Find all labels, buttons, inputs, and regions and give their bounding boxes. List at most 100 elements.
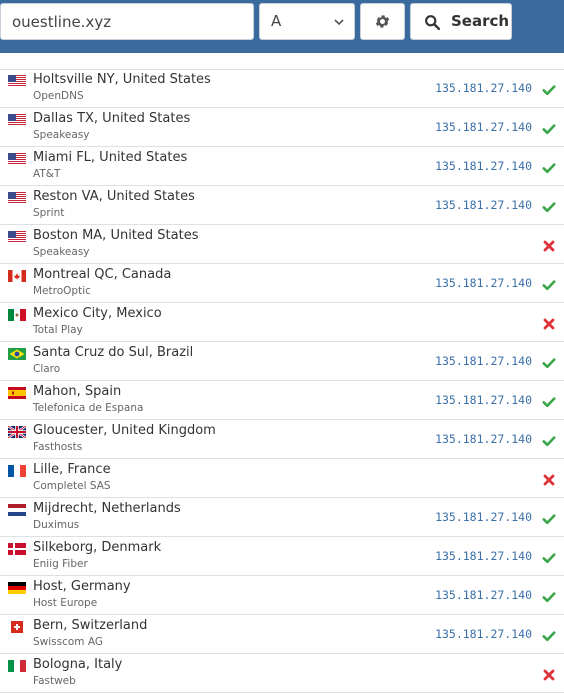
- flag-us-icon: [8, 75, 26, 87]
- result-row: Bern, Switzerland Swisscom AG 135.181.27.1…: [0, 615, 564, 654]
- check-icon: [542, 199, 556, 213]
- result-isp: MetroOptic: [33, 285, 91, 297]
- result-location: Bern, Switzerland: [33, 618, 148, 633]
- result-ip: 135.181.27.140: [435, 159, 532, 173]
- result-location: Mahon, Spain: [33, 384, 122, 399]
- result-location: Miami FL, United States: [33, 150, 188, 165]
- result-isp: Fastweb: [33, 675, 76, 687]
- result-ip: 135.181.27.140: [435, 276, 532, 290]
- result-isp: Duximus: [33, 519, 80, 531]
- result-isp: Telefonica de Espana: [33, 402, 144, 414]
- gear-icon: [375, 15, 390, 28]
- result-ip: 135.181.27.140: [435, 393, 532, 407]
- result-row: Miami FL, United States AT&T 135.181.27.14…: [0, 147, 564, 186]
- result-location: Holtsville NY, United States: [33, 72, 211, 87]
- cross-icon: [542, 238, 556, 252]
- result-isp: Claro: [33, 363, 61, 375]
- cross-icon: [542, 472, 556, 486]
- result-isp: OpenDNS: [33, 90, 84, 102]
- result-isp: Completel SAS: [33, 480, 111, 492]
- result-row: Host, Germany Host Europe 135.181.27.140: [0, 576, 564, 615]
- result-row: Holtsville NY, United States OpenDNS 135.1…: [0, 69, 564, 108]
- result-location: Santa Cruz do Sul, Brazil: [33, 345, 194, 360]
- result-location: Lille, France: [33, 462, 111, 477]
- flag-nl-icon: [8, 504, 26, 516]
- result-ip: 135.181.27.140: [435, 432, 532, 446]
- result-row: Lille, France Completel SAS: [0, 459, 564, 498]
- check-icon: [542, 589, 556, 603]
- result-row: Mahon, Spain Telefonica de Espana 135.181.…: [0, 381, 564, 420]
- flag-dk-icon: [8, 543, 26, 555]
- result-isp: Speakeasy: [33, 129, 90, 141]
- result-row: Santa Cruz do Sul, Brazil Claro 135.181.27…: [0, 342, 564, 381]
- result-row: Silkeborg, Denmark Eniig Fiber 135.181.27.…: [0, 537, 564, 576]
- search-toolbar: A Search: [0, 0, 564, 53]
- domain-input[interactable]: [0, 3, 254, 40]
- result-row: Gloucester, United Kingdom Fasthosts 135.1…: [0, 420, 564, 459]
- result-row: Dallas TX, United States Speakeasy 135.181…: [0, 108, 564, 147]
- result-ip: 135.181.27.140: [435, 627, 532, 641]
- result-row: Mijdrecht, Netherlands Duximus 135.181.27.…: [0, 498, 564, 537]
- cross-icon: [542, 316, 556, 330]
- result-isp: Eniig Fiber: [33, 558, 88, 570]
- flag-mx-icon: [8, 309, 26, 321]
- result-ip: 135.181.27.140: [435, 81, 532, 95]
- check-icon: [542, 394, 556, 408]
- check-icon: [542, 511, 556, 525]
- flag-ca-icon: [8, 270, 26, 282]
- result-isp: Sprint: [33, 207, 65, 219]
- flag-fr-icon: [8, 465, 26, 477]
- result-location: Gloucester, United Kingdom: [33, 423, 216, 438]
- result-isp: Swisscom AG: [33, 636, 104, 648]
- record-type-select[interactable]: A: [259, 3, 355, 40]
- flag-us-icon: [8, 231, 26, 243]
- result-isp: Total Play: [33, 324, 83, 336]
- result-location: Mexico City, Mexico: [33, 306, 162, 321]
- check-icon: [542, 160, 556, 174]
- settings-button[interactable]: [360, 3, 405, 40]
- search-button-label: Search: [451, 12, 510, 30]
- result-ip: 135.181.27.140: [435, 198, 532, 212]
- result-location: Montreal QC, Canada: [33, 267, 172, 282]
- result-location: Reston VA, United States: [33, 189, 195, 204]
- flag-es-icon: [8, 387, 26, 399]
- result-row: Reston VA, United States Sprint 135.181.27…: [0, 186, 564, 225]
- result-row: Bologna, Italy Fastweb: [0, 654, 564, 693]
- chevron-down-icon: [334, 19, 344, 26]
- results-list: Holtsville NY, United States OpenDNS 135.1…: [0, 69, 564, 693]
- result-ip: 135.181.27.140: [435, 510, 532, 524]
- cross-icon: [542, 667, 556, 681]
- check-icon: [542, 433, 556, 447]
- check-icon: [542, 628, 556, 642]
- flag-ch-icon: [8, 621, 26, 633]
- result-row: Mexico City, Mexico Total Play: [0, 303, 564, 342]
- flag-us-icon: [8, 153, 26, 165]
- result-location: Silkeborg, Denmark: [33, 540, 162, 555]
- result-isp: AT&T: [33, 168, 61, 180]
- flag-gb-icon: [8, 426, 26, 438]
- result-row: Boston MA, United States Speakeasy: [0, 225, 564, 264]
- check-icon: [542, 550, 556, 564]
- result-location: Mijdrecht, Netherlands: [33, 501, 181, 516]
- result-isp: Speakeasy: [33, 246, 90, 258]
- result-isp: Host Europe: [33, 597, 98, 609]
- check-icon: [542, 121, 556, 135]
- result-row: Montreal QC, Canada MetroOptic 135.181.27.…: [0, 264, 564, 303]
- result-location: Boston MA, United States: [33, 228, 199, 243]
- flag-us-icon: [8, 192, 26, 204]
- flag-br-icon: [8, 348, 26, 360]
- flag-us-icon: [8, 114, 26, 126]
- result-isp: Fasthosts: [33, 441, 83, 453]
- search-button[interactable]: Search: [410, 3, 512, 40]
- result-ip: 135.181.27.140: [435, 354, 532, 368]
- result-location: Bologna, Italy: [33, 657, 123, 672]
- check-icon: [542, 82, 556, 96]
- check-icon: [542, 355, 556, 369]
- search-icon: [425, 15, 441, 31]
- check-icon: [542, 277, 556, 291]
- result-ip: 135.181.27.140: [435, 588, 532, 602]
- result-location: Dallas TX, United States: [33, 111, 191, 126]
- result-ip: 135.181.27.140: [435, 549, 532, 563]
- flag-it-icon: [8, 660, 26, 672]
- record-type-value: A: [271, 12, 282, 30]
